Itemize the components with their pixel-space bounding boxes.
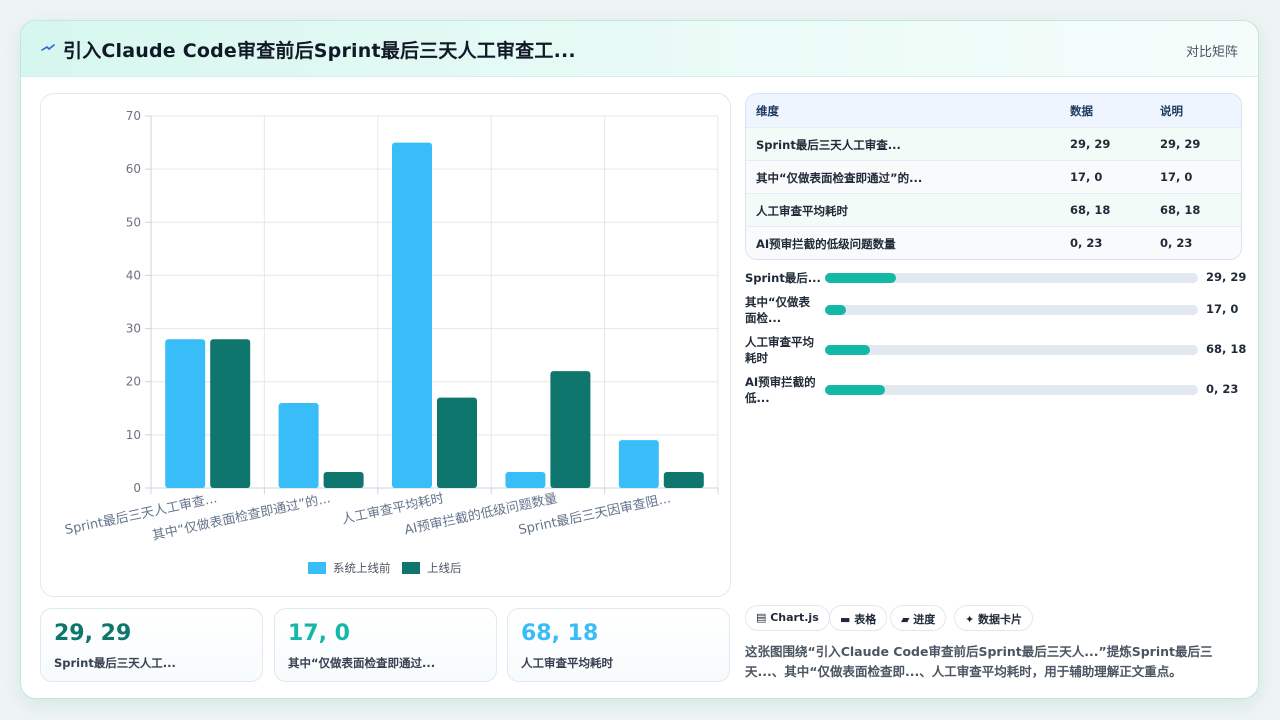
table-header-cell: 说明 — [1160, 104, 1183, 118]
tag-label: 表格 — [854, 613, 877, 626]
tag-data-card[interactable]: ✦ 数据卡片 — [954, 605, 1034, 631]
tag-label: 数据卡片 — [978, 613, 1023, 626]
dashboard-card: 引入Claude Code审查前后Sprint最后三天人工审查工... 对比矩阵… — [20, 20, 1259, 699]
table-header-cell: 数据 — [1070, 104, 1093, 118]
tag-table[interactable]: ▬ 表格 — [829, 605, 888, 631]
header-bar: 引入Claude Code审查前后Sprint最后三天人工审查工... 对比矩阵 — [21, 21, 1258, 77]
table-cell: 29, 29 — [1070, 137, 1111, 151]
bar — [165, 339, 206, 488]
tag-progress[interactable]: ▰ 进度 — [890, 605, 947, 631]
table-cell: 17, 0 — [1160, 170, 1193, 184]
progress-fill — [825, 345, 870, 355]
progress-label: 人工审查平均耗时 — [745, 335, 814, 365]
tag-label: Chart.js — [770, 611, 819, 624]
legend-label: 上线后 — [427, 561, 462, 575]
y-tick-label: 10 — [126, 428, 141, 442]
bar — [618, 440, 659, 488]
progress-row: AI预审拦截的低... 0, 23 — [745, 374, 1242, 408]
table-cell: Sprint最后三天人工审查... — [756, 138, 901, 152]
y-tick-label: 70 — [126, 109, 141, 123]
table-cell: 17, 0 — [1070, 170, 1103, 184]
progress-fill — [825, 385, 885, 395]
bar — [437, 397, 477, 488]
table-cell: 0, 23 — [1160, 236, 1193, 250]
stat-card: 29, 29 Sprint最后三天人工... — [40, 608, 263, 682]
stat-label: Sprint最后三天人工... — [54, 656, 176, 670]
view-mode-label[interactable]: 对比矩阵 — [1186, 41, 1238, 60]
y-tick-label: 0 — [133, 481, 141, 495]
legend-swatch — [402, 562, 420, 574]
bar — [550, 371, 591, 488]
progress-track — [825, 385, 1198, 395]
table-row: AI预审拦截的低级问题数量 0, 23 0, 23 — [746, 226, 1241, 259]
progress-track — [825, 345, 1198, 355]
table-cell: AI预审拦截的低级问题数量 — [756, 237, 896, 251]
y-tick-label: 40 — [126, 268, 141, 282]
legend-swatch — [308, 562, 326, 574]
table-row: 人工审查平均耗时 68, 18 68, 18 — [746, 193, 1241, 226]
progress-value: 0, 23 — [1206, 382, 1239, 396]
tag-label: 进度 — [913, 613, 936, 626]
bar — [278, 402, 319, 488]
table-header-cell: 维度 — [756, 104, 779, 118]
progress-row: 人工审查平均耗时 68, 18 — [745, 334, 1246, 368]
progress-label: 其中“仅做表面检... — [745, 295, 811, 325]
table-cell: 68, 18 — [1160, 203, 1201, 217]
table-cell: 0, 23 — [1070, 236, 1103, 250]
stat-value: 17, 0 — [288, 621, 350, 646]
stat-card: 17, 0 其中“仅做表面检查即通过... — [274, 608, 497, 682]
progress-label: Sprint最后... — [745, 271, 821, 285]
tag-chartjs[interactable]: ▤ Chart.js — [745, 605, 830, 631]
bar — [323, 472, 364, 488]
progress-value: 68, 18 — [1206, 342, 1247, 356]
bar-chart: 010203040506070Sprint最后三天人工审查...其中“仅做表面检… — [64, 109, 719, 575]
legend-label: 系统上线前 — [333, 561, 391, 575]
progress-value: 17, 0 — [1206, 302, 1239, 316]
page-title: 引入Claude Code审查前后Sprint最后三天人工审查工... — [63, 40, 576, 62]
progress-track — [825, 305, 1198, 315]
y-tick-label: 60 — [126, 162, 141, 176]
table-header-row: 维度 数据 说明 — [746, 94, 1241, 127]
sparkle-icon — [41, 44, 55, 51]
table-row: Sprint最后三天人工审查... 29, 29 29, 29 — [746, 127, 1241, 160]
stat-label: 人工审查平均耗时 — [521, 656, 613, 670]
stat-card: 68, 18 人工审查平均耗时 — [507, 608, 730, 682]
chart-description: 这张图围绕“引入Claude Code审查前后Sprint最后三天人...”提炼… — [745, 644, 1213, 679]
progress-fill — [825, 273, 896, 283]
bar-chart-panel: 0 10 20 30 40 50 60 70 Sprint最后三天人工审查... 其中“仅做表面检… — [40, 93, 731, 597]
bar — [663, 472, 704, 488]
stat-value: 29, 29 — [54, 621, 132, 646]
bar — [505, 472, 546, 488]
bar — [392, 142, 432, 489]
y-tick-label: 50 — [126, 215, 141, 229]
progress-fill — [825, 305, 846, 315]
bar — [210, 339, 251, 488]
table-cell: 29, 29 — [1160, 137, 1201, 151]
table-cell: 68, 18 — [1070, 203, 1111, 217]
stat-value: 68, 18 — [521, 621, 599, 646]
y-tick-label: 30 — [126, 322, 141, 336]
progress-label: AI预审拦截的低... — [745, 375, 816, 405]
y-tick-label: 20 — [126, 375, 141, 389]
table-cell: 其中“仅做表面检查即通过”的... — [756, 171, 923, 185]
progress-row: 其中“仅做表面检... 17, 0 — [745, 294, 1242, 328]
stat-label: 其中“仅做表面检查即通过... — [288, 656, 436, 670]
progress-track — [825, 273, 1198, 283]
data-table: 维度 数据 说明 Sprint最后三天人工审查... 29, 29 29, 29… — [745, 93, 1242, 260]
progress-value: 29, 29 — [1206, 270, 1247, 284]
table-cell: 人工审查平均耗时 — [756, 204, 848, 218]
table-row: 其中“仅做表面检查即通过”的... 17, 0 17, 0 — [746, 160, 1241, 193]
